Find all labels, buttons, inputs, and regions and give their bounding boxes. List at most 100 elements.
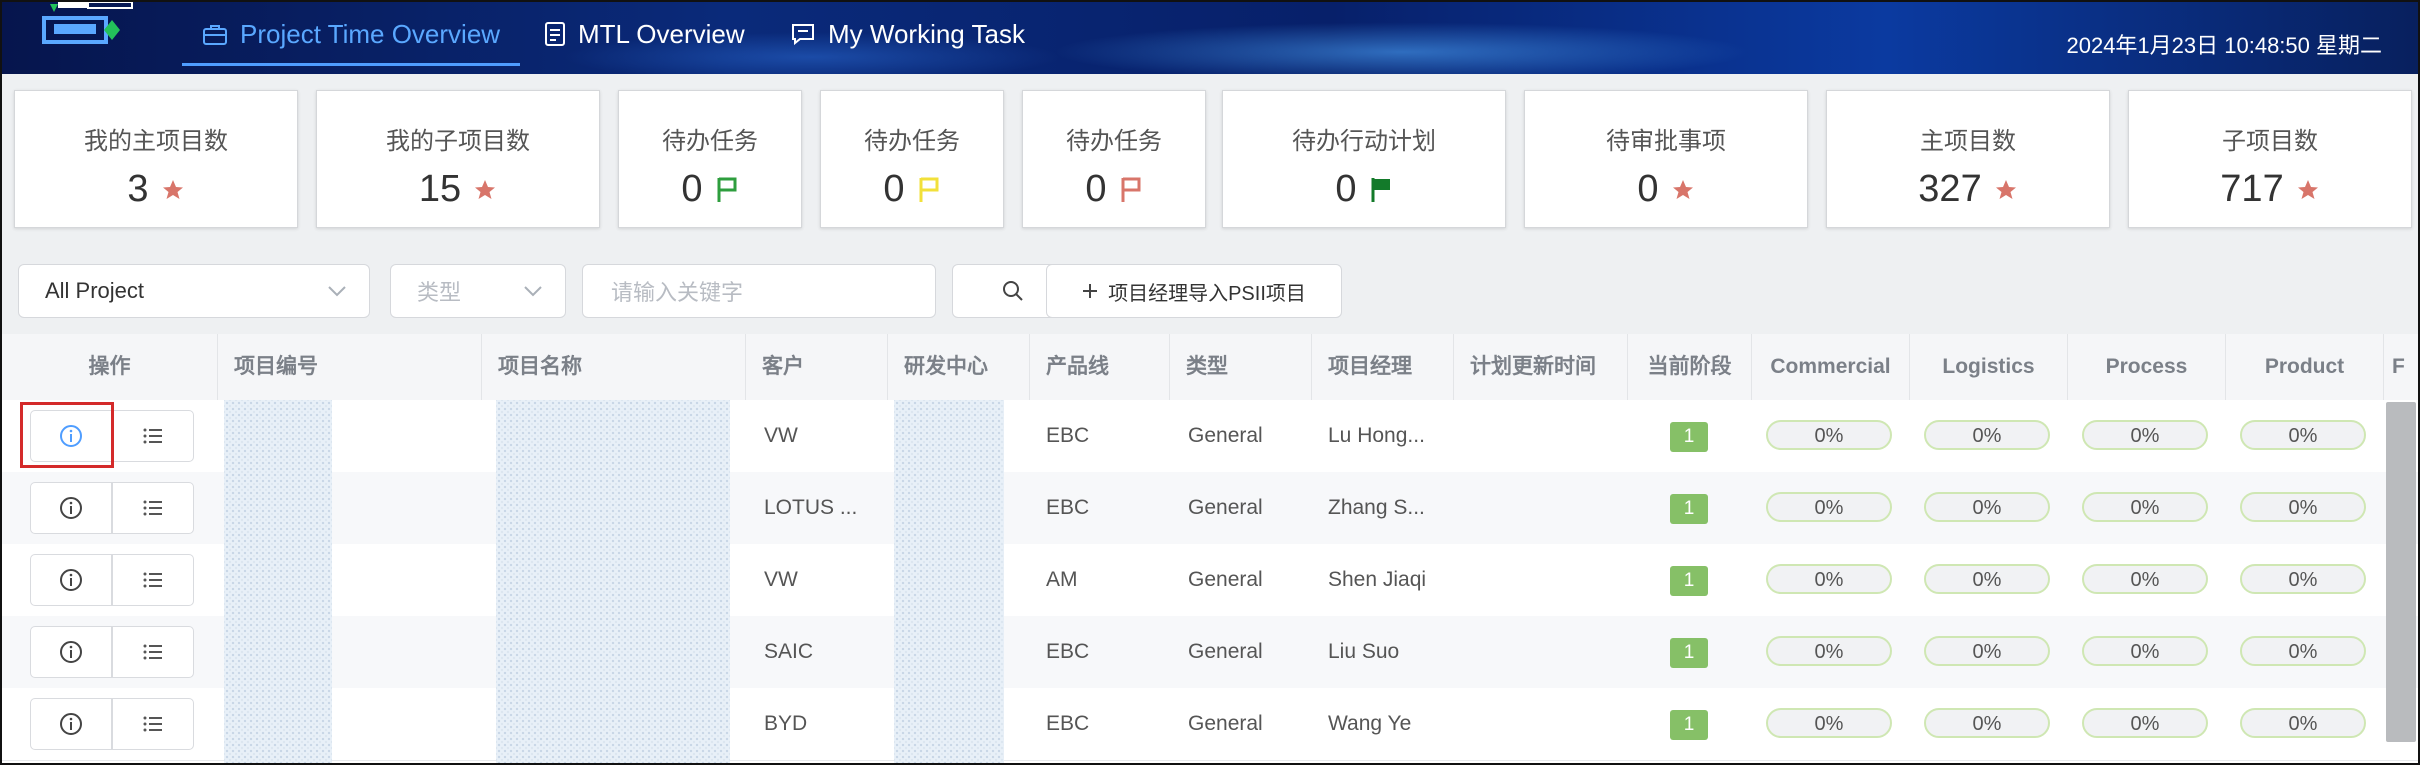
stat-value: 3 — [127, 168, 149, 210]
cell-product-line: AM — [1046, 568, 1078, 591]
progress-process: 0% — [2082, 636, 2208, 666]
stat-card[interactable]: 待办任务 0 — [820, 90, 1004, 228]
list-button[interactable] — [112, 410, 194, 462]
column-header[interactable]: F — [2384, 334, 2418, 400]
info-button[interactable] — [30, 626, 112, 678]
progress-process: 0% — [2082, 708, 2208, 738]
header-glow — [1052, 22, 1752, 74]
list-icon — [143, 572, 162, 588]
progress-process: 0% — [2082, 492, 2208, 522]
stat-value: 0 — [1085, 168, 1107, 210]
table-row[interactable]: VW EBC General Lu Hong... 1 0% 0% 0% 0% — [2, 400, 2418, 473]
import-button-label: 项目经理导入PSII项目 — [1108, 282, 1306, 305]
list-icon — [143, 644, 162, 660]
cell-manager: Liu Suo — [1328, 640, 1400, 663]
info-button[interactable] — [30, 410, 112, 462]
chevron-down-icon — [328, 286, 346, 297]
table-row[interactable]: LOTUS ... EBC General Zhang S... 1 0% 0%… — [2, 472, 2418, 545]
stage-badge: 1 — [1670, 566, 1708, 596]
progress-product: 0% — [2240, 492, 2366, 522]
briefcase-icon — [203, 25, 227, 45]
cell-manager: Lu Hong... — [1328, 424, 1425, 447]
progress-logistics: 0% — [1924, 420, 2050, 450]
column-header[interactable]: 计划更新时间 — [1454, 334, 1628, 400]
stat-card[interactable]: 待办任务 0 — [618, 90, 802, 228]
column-header[interactable]: 研发中心 — [888, 334, 1030, 400]
column-header[interactable]: 项目编号 — [218, 334, 482, 400]
table-row[interactable]: BYD EBC General Wang Ye 1 0% 0% 0% 0% — [2, 688, 2418, 761]
column-header[interactable]: 操作 — [2, 334, 218, 400]
flag-solid-icon — [1371, 177, 1390, 202]
column-header[interactable]: 项目经理 — [1312, 334, 1454, 400]
project-select[interactable]: All Project — [18, 264, 370, 318]
vertical-scrollbar[interactable] — [2386, 402, 2416, 742]
search-icon — [1003, 281, 1023, 301]
stat-card[interactable]: 子项目数 717 — [2128, 90, 2412, 228]
column-header[interactable]: 客户 — [746, 334, 888, 400]
type-select[interactable]: 类型 — [390, 264, 566, 318]
stage-badge: 1 — [1670, 422, 1708, 452]
info-icon — [60, 425, 82, 447]
import-psii-button[interactable]: 项目经理导入PSII项目 — [1046, 264, 1342, 318]
cell-customer: SAIC — [764, 640, 814, 663]
info-icon — [60, 497, 82, 519]
stat-value: 327 — [1918, 168, 1982, 210]
stat-card[interactable]: 待审批事项 0 — [1524, 90, 1808, 228]
tab-project-time-overview[interactable]: Project Time Overview — [182, 2, 521, 66]
list-icon — [143, 500, 162, 516]
list-button[interactable] — [112, 698, 194, 750]
column-header[interactable]: Product — [2226, 334, 2384, 400]
list-button[interactable] — [112, 554, 194, 606]
stat-label: 我的子项目数 — [386, 128, 530, 155]
cell-customer: BYD — [764, 712, 808, 735]
stat-value: 15 — [418, 168, 462, 210]
plus-icon — [1083, 284, 1098, 298]
progress-logistics: 0% — [1924, 708, 2050, 738]
info-button[interactable] — [30, 554, 112, 606]
cell-customer: LOTUS ... — [764, 496, 858, 519]
top-header: Project Time Overview MTL Overview My Wo… — [2, 2, 2418, 74]
stat-label: 待审批事项 — [1606, 128, 1726, 155]
cell-customer: VW — [764, 424, 798, 447]
redacted-project-number — [224, 400, 332, 763]
cell-manager: Shen Jiaqi — [1328, 568, 1427, 591]
keyword-input[interactable]: 请输入关键字 — [582, 264, 936, 318]
list-button[interactable] — [112, 482, 194, 534]
stat-card[interactable]: 待办行动计划 0 — [1222, 90, 1506, 228]
cell-manager: Wang Ye — [1328, 712, 1412, 735]
column-header[interactable]: Process — [2068, 334, 2226, 400]
progress-process: 0% — [2082, 420, 2208, 450]
table-row[interactable]: VW AM General Shen Jiaqi 1 0% 0% 0% 0% — [2, 544, 2418, 617]
stat-card[interactable]: 待办任务 0 — [1022, 90, 1206, 228]
stat-card[interactable]: 我的主项目数 3 — [14, 90, 298, 228]
tab-my-working-task[interactable]: My Working Task — [790, 2, 1025, 66]
active-tab-underline — [182, 63, 521, 66]
column-header[interactable]: Commercial — [1752, 334, 1910, 400]
stat-card[interactable]: 我的子项目数 15 — [316, 90, 600, 228]
table-row[interactable]: SAIC EBC General Liu Suo 1 0% 0% 0% 0% — [2, 616, 2418, 689]
filter-bar: All Project 类型 请输入关键字 项目经理导入PSII项目 — [2, 252, 2418, 332]
document-icon — [545, 22, 565, 46]
keyword-input-placeholder: 请输入关键字 — [611, 280, 744, 305]
progress-commercial: 0% — [1766, 708, 1892, 738]
tab-label: Project Time Overview — [240, 18, 501, 49]
tab-label: MTL Overview — [578, 18, 745, 49]
info-button[interactable] — [30, 698, 112, 750]
list-button[interactable] — [112, 626, 194, 678]
redacted-rd-center — [894, 400, 1004, 763]
star-icon — [162, 179, 183, 199]
column-header[interactable]: Logistics — [1910, 334, 2068, 400]
tab-mtl-overview[interactable]: MTL Overview — [544, 2, 745, 66]
flag-icon — [717, 177, 737, 202]
type-select-placeholder: 类型 — [417, 280, 462, 305]
cell-customer: VW — [764, 568, 798, 591]
column-header[interactable]: 产品线 — [1030, 334, 1170, 400]
cell-manager: Zhang S... — [1328, 496, 1425, 519]
info-button[interactable] — [30, 482, 112, 534]
column-header[interactable]: 项目名称 — [482, 334, 746, 400]
progress-product: 0% — [2240, 420, 2366, 450]
progress-commercial: 0% — [1766, 492, 1892, 522]
stat-card[interactable]: 主项目数 327 — [1826, 90, 2110, 228]
column-header[interactable]: 类型 — [1170, 334, 1312, 400]
column-header[interactable]: 当前阶段 — [1628, 334, 1752, 400]
